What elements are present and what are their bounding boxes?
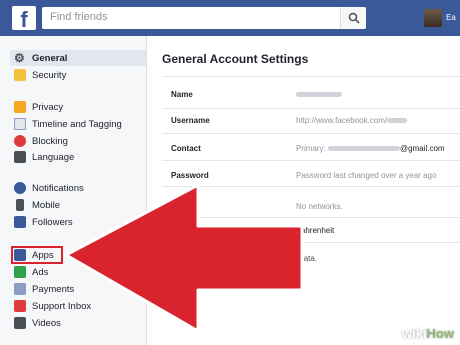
sidebar-item-label: Timeline and Tagging — [32, 118, 122, 130]
search-placeholder: Find friends — [50, 11, 108, 23]
top-bar: f Find friends Ea — [0, 0, 460, 36]
timeline-icon — [14, 118, 26, 130]
wikihow-watermark: wikiHow — [401, 326, 454, 341]
settings-sidebar: ⚙ General Security Privacy Timeline and … — [0, 36, 147, 345]
support-inbox-icon — [14, 300, 26, 312]
sidebar-item-videos[interactable]: Videos — [14, 315, 61, 331]
sidebar-item-mobile[interactable]: Mobile — [14, 197, 60, 213]
sidebar-item-privacy[interactable]: Privacy — [14, 99, 63, 115]
setting-value-temperature[interactable]: Fahrenheit — [296, 226, 334, 235]
user-name[interactable]: Ea — [446, 13, 456, 22]
setting-label-name: Name — [171, 90, 193, 99]
sidebar-item-label: Privacy — [32, 101, 64, 113]
sidebar-item-payments[interactable]: Payments — [14, 281, 74, 297]
setting-value-password[interactable]: Password last changed over a year ago — [296, 171, 437, 180]
divider — [162, 133, 460, 134]
sidebar-item-followers[interactable]: Followers — [14, 214, 73, 230]
mobile-icon — [16, 199, 24, 211]
sidebar-item-blocking[interactable]: Blocking — [14, 133, 68, 149]
sidebar-item-ads[interactable]: Ads — [14, 264, 48, 280]
setting-label-networks: Ne — [171, 202, 182, 211]
sidebar-item-label: Security — [32, 69, 67, 81]
divider — [162, 160, 460, 161]
facebook-logo-icon[interactable]: f — [12, 6, 36, 30]
sidebar-item-label: Videos — [32, 317, 61, 329]
divider — [162, 76, 460, 77]
followers-icon — [14, 216, 26, 228]
setting-value-contact[interactable]: Primary: @gmail.com — [296, 144, 445, 153]
sidebar-item-language[interactable]: Language — [14, 149, 74, 165]
divider — [162, 242, 460, 243]
general-settings-panel: General Account Settings Name Username h… — [147, 36, 460, 345]
sidebar-item-timeline-and-tagging[interactable]: Timeline and Tagging — [14, 116, 122, 132]
apps-highlight-box — [11, 246, 63, 264]
setting-value-networks[interactable]: No networks. — [296, 202, 343, 211]
sidebar-item-label: Language — [32, 151, 75, 163]
payments-icon — [14, 283, 26, 295]
sidebar-item-support-inbox[interactable]: Support Inbox — [14, 298, 91, 314]
avatar[interactable] — [424, 9, 442, 27]
sidebar-item-label: General — [32, 52, 68, 64]
download-data-link[interactable]: r Facebook data. — [257, 254, 317, 263]
setting-label-username: Username — [171, 116, 210, 125]
search-input[interactable]: Find friends — [42, 7, 366, 29]
search-button[interactable] — [340, 7, 366, 29]
setting-value-username[interactable]: http://www.facebook.com/ — [296, 116, 408, 125]
divider — [162, 186, 460, 187]
search-icon — [348, 12, 360, 24]
sidebar-item-label: Followers — [32, 216, 73, 228]
divider — [162, 217, 460, 218]
videos-icon — [14, 317, 26, 329]
gear-icon: ⚙ — [14, 51, 25, 65]
page-title: General Account Settings — [162, 52, 309, 66]
language-icon — [14, 151, 26, 163]
sidebar-item-label: Ads — [32, 266, 49, 278]
lock-icon — [14, 69, 26, 81]
sidebar-item-general[interactable]: ⚙ General — [10, 50, 146, 66]
sidebar-item-label: Mobile — [32, 199, 60, 211]
setting-label-password: Password — [171, 171, 209, 180]
sidebar-item-label: Payments — [32, 283, 75, 295]
privacy-icon — [14, 101, 26, 113]
ads-icon — [14, 266, 26, 278]
block-icon — [14, 135, 26, 147]
sidebar-item-security[interactable]: Security — [14, 67, 66, 83]
divider — [162, 108, 460, 109]
notifications-icon — [14, 182, 26, 194]
setting-label-contact: Contact — [171, 144, 201, 153]
sidebar-item-notifications[interactable]: Notifications — [14, 180, 84, 196]
sidebar-item-label: Notifications — [32, 182, 84, 194]
sidebar-item-label: Support Inbox — [32, 300, 92, 312]
setting-label-temperature: ature — [261, 226, 281, 235]
sidebar-item-label: Blocking — [32, 135, 68, 147]
setting-value-name[interactable] — [296, 90, 342, 99]
